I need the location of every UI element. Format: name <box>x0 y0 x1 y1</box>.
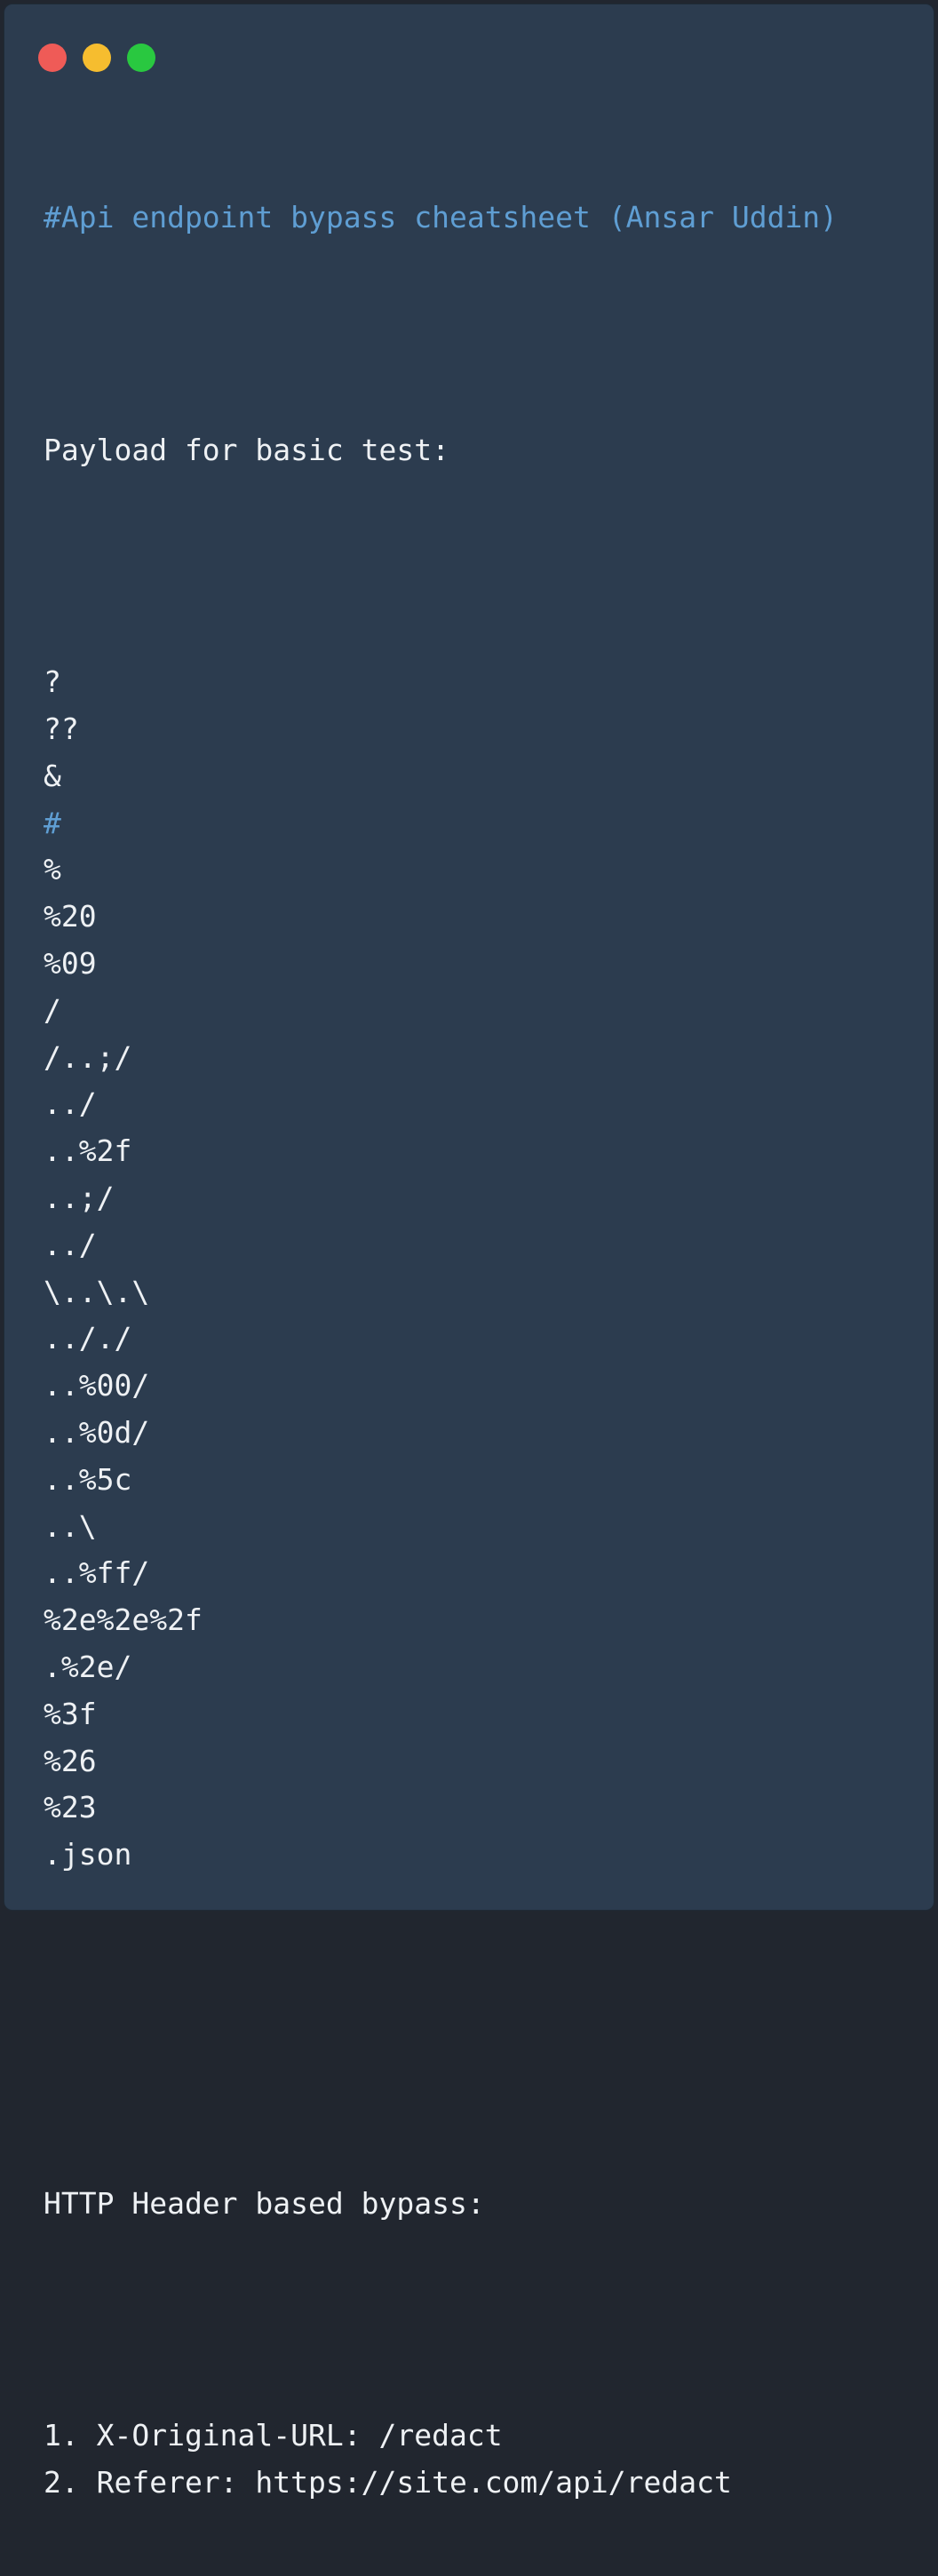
payload-line: ..;/ <box>44 1180 115 1215</box>
payload-line: %09 <box>44 945 97 981</box>
payload-list: ??? & #% %20 %09 / /..;/ ../ ..%2f ..;/ ../ \..\.\.… <box>44 659 838 1879</box>
code-window: #Api endpoint bypass cheatsheet (Ansar U… <box>4 4 934 2500</box>
payload-line: ..%5c <box>44 1461 132 1497</box>
header-bypass-heading: HTTP Header based bypass: <box>44 2185 485 2221</box>
payload-line: & <box>44 758 61 793</box>
payload-line: # <box>44 805 61 840</box>
payload-line: %2e%2e%2f <box>44 1602 203 1638</box>
payload-line: ..%0d/ <box>44 1414 150 1450</box>
close-button[interactable] <box>38 44 67 72</box>
payload-line: /..;/ <box>44 1039 132 1075</box>
code-block: #Api endpoint bypass cheatsheet (Ansar U… <box>44 125 838 2576</box>
payload-line: ..%ff/ <box>44 1555 150 1591</box>
payload-line: %20 <box>44 899 97 934</box>
payload-line: ../ <box>44 1086 97 1122</box>
payload-line: % <box>44 852 61 887</box>
header-item-line: 2. Referer: https://site.com/api/redact <box>44 2464 732 2500</box>
payload-line: ..%2f <box>44 1133 132 1169</box>
header-item-line: 1. X-Original-URL: /redact <box>44 2418 503 2453</box>
payload-line: ?? <box>44 711 79 746</box>
comment-title: #Api endpoint bypass cheatsheet (Ansar U… <box>44 200 839 235</box>
payload-line: ../ <box>44 1227 97 1262</box>
basic-test-heading: Payload for basic test: <box>44 432 449 467</box>
payload-line: .././ <box>44 1321 132 1356</box>
payload-line: %3f <box>44 1696 97 1731</box>
payload-line: ? <box>44 664 61 700</box>
payload-line: .json <box>44 1837 132 1872</box>
payload-line: ..\ <box>44 1508 97 1544</box>
zoom-button[interactable] <box>127 44 155 72</box>
payload-line: ..%00/ <box>44 1368 150 1403</box>
header-list: 1. X-Original-URL: /redact 2. Referer: ht… <box>44 2413 838 2507</box>
payload-line: \..\.\ <box>44 1274 150 1309</box>
payload-line: %23 <box>44 1790 97 1825</box>
minimize-button[interactable] <box>83 44 111 72</box>
window-controls <box>38 44 155 72</box>
payload-line: %26 <box>44 1743 97 1778</box>
payload-line: .%2e/ <box>44 1649 132 1684</box>
payload-line: / <box>44 992 61 1028</box>
